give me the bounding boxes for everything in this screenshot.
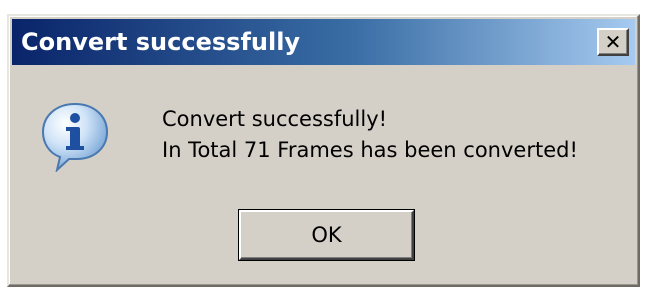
close-button[interactable]: ✕	[597, 28, 629, 56]
message-line-2: In Total 71 Frames has been converted!	[162, 138, 578, 162]
close-icon: ✕	[604, 30, 622, 54]
convert-success-dialog: Convert successfully ✕ Convert successfu…	[7, 14, 640, 287]
ok-button[interactable]: OK	[238, 209, 415, 261]
message-line-1: Convert successfully!	[162, 107, 388, 131]
dialog-title: Convert successfully	[21, 28, 301, 56]
title-bar[interactable]: Convert successfully ✕	[12, 19, 635, 65]
message-text: Convert successfully! In Total 71 Frames…	[162, 104, 578, 166]
information-icon	[41, 102, 109, 172]
